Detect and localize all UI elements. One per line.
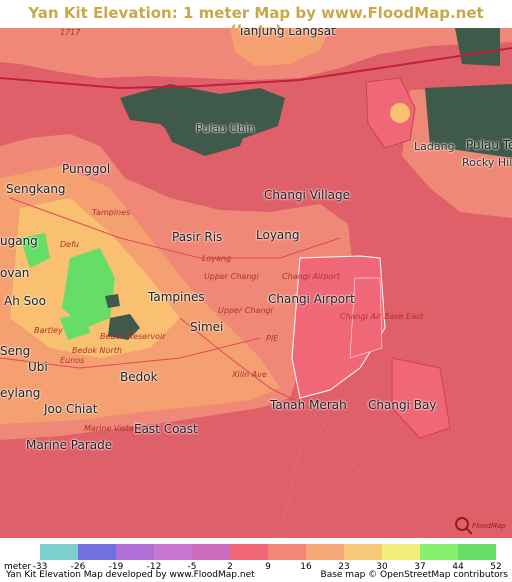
place-ubi: Ubi bbox=[28, 360, 48, 374]
place-tanjung-langsat: Tanjung Langsat bbox=[238, 28, 336, 38]
road-label-marine-vista: Marine Vista bbox=[84, 424, 134, 433]
place-changi-village: Changi Village bbox=[264, 188, 351, 202]
elevation-map[interactable]: Tanjung Langsat Pulau Ubin Ladang Pulau … bbox=[0, 28, 512, 538]
place-punggol: Punggol bbox=[62, 162, 111, 176]
map-canvas bbox=[0, 28, 512, 538]
road-label-bedok-reservoir: Bedok Reservoir bbox=[100, 332, 166, 341]
place-pulau-ubin: Pulau Ubin bbox=[196, 122, 255, 135]
place-pasir-ris: Pasir Ris bbox=[172, 230, 223, 244]
place-ladang: Ladang bbox=[414, 140, 455, 153]
place-simei: Simei bbox=[190, 320, 224, 334]
place-serangoon: ovan bbox=[0, 266, 30, 280]
place-sengkang: Sengkang bbox=[6, 182, 66, 196]
legend-swatch bbox=[192, 544, 230, 560]
legend-swatch bbox=[458, 544, 496, 560]
place-hougang: ugang bbox=[0, 234, 38, 248]
place-ah-soo: Ah Soo bbox=[4, 294, 46, 308]
hill-ne bbox=[390, 103, 410, 123]
legend-swatch bbox=[420, 544, 458, 560]
legend-swatch bbox=[116, 544, 154, 560]
place-marine-parade: Marine Parade bbox=[26, 438, 113, 452]
credit-developer: Yan Kit Elevation Map developed by www.F… bbox=[6, 570, 255, 580]
legend-color-bar bbox=[40, 544, 496, 560]
place-changi-airport: Changi Airport bbox=[268, 292, 355, 306]
place-changi-bay: Changi Bay bbox=[368, 398, 437, 412]
road-label-bedok-north: Bedok North bbox=[72, 346, 122, 355]
legend-swatch bbox=[306, 544, 344, 560]
place-tanah-merah: Tanah Merah bbox=[270, 398, 347, 412]
road-label-upper-changi: Upper Changi bbox=[204, 272, 259, 281]
floodmap-logo: FloodMap bbox=[455, 517, 506, 535]
legend-swatch bbox=[268, 544, 306, 560]
forest-ne bbox=[455, 28, 500, 66]
road-label-changi-air-base: Changi Air Base East bbox=[340, 312, 424, 321]
svg-text:FloodMap: FloodMap bbox=[472, 522, 506, 530]
place-bedok: Bedok bbox=[120, 370, 158, 384]
road-label-tampines: Tampines bbox=[92, 208, 131, 217]
title-bar: Yan Kit Elevation: 1 meter Map by www.Fl… bbox=[0, 0, 512, 40]
place-tampines: Tampines bbox=[148, 290, 205, 304]
road-label-changi-airport: Changi Airport bbox=[282, 272, 340, 281]
road-label-eunos: Eunos bbox=[60, 356, 85, 365]
place-geylang: eylang bbox=[0, 386, 41, 400]
legend-swatch bbox=[344, 544, 382, 560]
road-label-loyang: Loyang bbox=[202, 254, 232, 263]
legend-swatch bbox=[40, 544, 78, 560]
legend-swatch bbox=[154, 544, 192, 560]
legend-swatch bbox=[230, 544, 268, 560]
place-loyang: Loyang bbox=[256, 228, 300, 242]
road-label-upper-changi-2: Upper Changi bbox=[218, 306, 273, 315]
credit-basemap: Base map © OpenStreetMap contributors bbox=[320, 570, 508, 580]
legend-swatch bbox=[78, 544, 116, 560]
place-east-coast: East Coast bbox=[134, 422, 198, 436]
legend-swatch bbox=[382, 544, 420, 560]
road-label-xilin: Xilin Ave bbox=[232, 370, 267, 379]
place-geylang-serai: Seng bbox=[0, 344, 31, 358]
place-pulau-tekong: Pulau Te bbox=[466, 138, 512, 152]
credits-bar: Yan Kit Elevation Map developed by www.F… bbox=[0, 570, 512, 582]
road-label-1717: 1717 bbox=[60, 28, 81, 37]
road-label-pie: PIE bbox=[266, 334, 279, 343]
road-label-defu: Defu bbox=[60, 240, 79, 249]
road-label-bartley: Bartley bbox=[34, 326, 63, 335]
place-joo-chiat: Joo Chiat bbox=[44, 402, 98, 416]
place-rocky-hill: Rocky Hill bbox=[462, 156, 512, 169]
